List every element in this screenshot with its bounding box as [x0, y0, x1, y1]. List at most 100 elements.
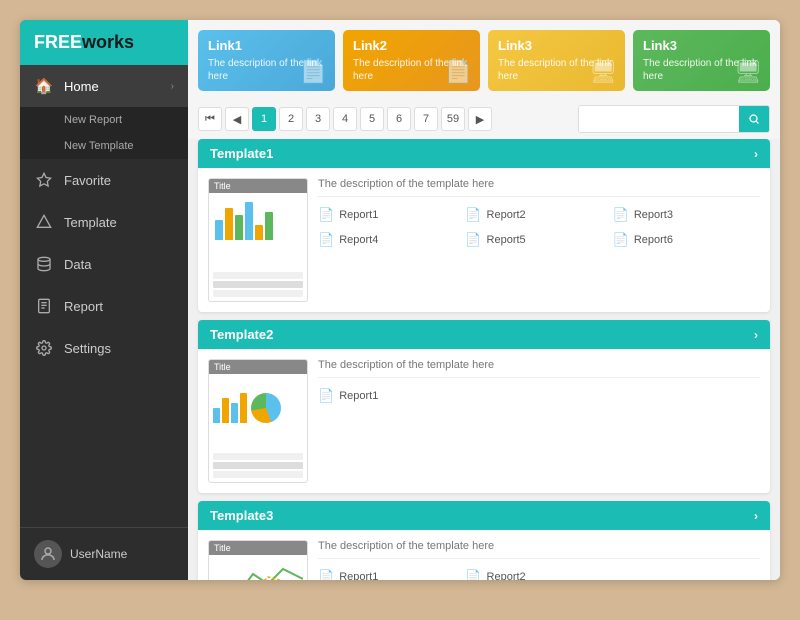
- sidebar-item-favorite[interactable]: Favorite: [20, 159, 188, 201]
- page-first-btn[interactable]: ⏮: [198, 107, 222, 131]
- bar-4: [245, 202, 253, 240]
- app-logo[interactable]: FREEworks: [20, 20, 188, 65]
- bar-6: [265, 212, 273, 240]
- preview-1-title-bar: Title: [209, 179, 307, 193]
- template-1-desc: The description of the template here: [318, 178, 760, 197]
- link-card-1-title: Link1: [208, 38, 325, 53]
- data-icon: [34, 254, 54, 274]
- preview-1-bars: [213, 197, 303, 242]
- report-item-1-5[interactable]: 📄 Report5: [465, 230, 612, 250]
- report-label-1-4: Report4: [339, 234, 378, 246]
- link-card-3-icon: 🖥: [589, 59, 617, 85]
- template-3-title: Template3: [210, 508, 273, 523]
- template-3-desc: The description of the template here: [318, 540, 760, 559]
- page-next-btn[interactable]: ▶: [468, 107, 492, 131]
- link-card-2[interactable]: Link2 The description of the link here 📄: [343, 30, 480, 91]
- mini-bars: [213, 383, 247, 423]
- report-icon-1: 📄: [318, 207, 334, 223]
- template-section-1: Template1 › Title: [198, 139, 770, 312]
- search-input[interactable]: [579, 106, 739, 132]
- template-3-header[interactable]: Template3 ›: [198, 501, 770, 530]
- template-2-title: Template2: [210, 327, 273, 342]
- report-item-3-2[interactable]: 📄 Report2: [465, 567, 612, 580]
- bar-5: [255, 225, 263, 240]
- link-card-1-icon: 📄: [300, 59, 327, 85]
- pagination-bar: ⏮ ◀ 1 2 3 4 5 6 7 59 ▶: [188, 99, 780, 139]
- page-prev-btn[interactable]: ◀: [225, 107, 249, 131]
- sidebar-item-report[interactable]: Report: [20, 285, 188, 327]
- search-box: [578, 105, 770, 133]
- sidebar-item-settings[interactable]: Settings: [20, 327, 188, 369]
- report-item-1-4[interactable]: 📄 Report4: [318, 230, 465, 250]
- row-2-1: [213, 453, 303, 460]
- user-avatar: [34, 540, 62, 568]
- link-cards-row: Link1 The description of the link here 📄…: [188, 20, 780, 99]
- sidebar-label-home: Home: [64, 79, 99, 94]
- preview-2-title-bar: Title: [209, 360, 307, 374]
- report-item-1-2[interactable]: 📄 Report2: [465, 205, 612, 225]
- report-label-1-6: Report6: [634, 234, 673, 246]
- report-item-1-3[interactable]: 📄 Report3: [613, 205, 760, 225]
- page-btn-2[interactable]: 2: [279, 107, 303, 131]
- report-label-1-3: Report3: [634, 209, 673, 221]
- template-2-info: The description of the template here 📄 R…: [318, 359, 760, 483]
- sidebar-label-favorite: Favorite: [64, 173, 111, 188]
- link-card-2-title: Link2: [353, 38, 470, 53]
- sidebar-item-home[interactable]: 🏠 Home ›: [20, 65, 188, 107]
- page-btn-5[interactable]: 5: [360, 107, 384, 131]
- template-1-preview: Title: [208, 178, 308, 302]
- template-section-2: Template2 › Title: [198, 320, 770, 493]
- mini-bar-2: [222, 398, 229, 423]
- template-2-header[interactable]: Template2 ›: [198, 320, 770, 349]
- report-icon-4: 📄: [318, 232, 334, 248]
- bar-1: [215, 220, 223, 240]
- template-icon: [34, 212, 54, 232]
- report-label-2-1: Report1: [339, 390, 378, 402]
- link-card-1[interactable]: Link1 The description of the link here 📄: [198, 30, 335, 91]
- report-icon-6: 📄: [613, 232, 629, 248]
- report-icon: [34, 296, 54, 316]
- report-icon-5: 📄: [465, 232, 481, 248]
- sidebar-user[interactable]: UserName: [20, 527, 188, 580]
- link-card-3[interactable]: Link3 The description of the link here 🖥: [488, 30, 625, 91]
- page-btn-4[interactable]: 4: [333, 107, 357, 131]
- report-3-icon-2: 📄: [465, 569, 481, 580]
- sidebar-label-report: Report: [64, 299, 103, 314]
- report-item-1-1[interactable]: 📄 Report1: [318, 205, 465, 225]
- template-1-header[interactable]: Template1 ›: [198, 139, 770, 168]
- page-btn-7[interactable]: 7: [414, 107, 438, 131]
- template-2-chevron: ›: [754, 328, 758, 342]
- template-3-body: Title: [198, 530, 770, 580]
- page-btn-3[interactable]: 3: [306, 107, 330, 131]
- report-item-2-1[interactable]: 📄 Report1: [318, 386, 465, 406]
- username-label: UserName: [70, 547, 127, 561]
- preview-1-chart: [209, 193, 307, 268]
- page-btn-last[interactable]: 59: [441, 107, 465, 131]
- report-icon-3: 📄: [613, 207, 629, 223]
- link-card-4[interactable]: Link3 The description of the link here 🖥: [633, 30, 770, 91]
- report-icon-2: 📄: [465, 207, 481, 223]
- sidebar-subitems: New Report New Template: [20, 107, 188, 159]
- link-card-4-icon: 🖥: [734, 59, 762, 85]
- logo-works: works: [82, 32, 134, 52]
- template-1-title: Template1: [210, 146, 273, 161]
- bar-3: [235, 215, 243, 240]
- report-label-3-1: Report1: [339, 571, 378, 580]
- line-chart-svg: [213, 559, 303, 580]
- sidebar-label-data: Data: [64, 257, 91, 272]
- report-item-1-6[interactable]: 📄 Report6: [613, 230, 760, 250]
- sidebar-item-data[interactable]: Data: [20, 243, 188, 285]
- sidebar-item-template[interactable]: Template: [20, 201, 188, 243]
- template-2-desc: The description of the template here: [318, 359, 760, 378]
- mini-bar-1: [213, 408, 220, 423]
- row-1: [213, 272, 303, 279]
- row-3: [213, 290, 303, 297]
- preview-3-title-bar: Title: [209, 541, 307, 555]
- page-btn-1[interactable]: 1: [252, 107, 276, 131]
- link-card-2-icon: 📄: [445, 59, 472, 85]
- page-btn-6[interactable]: 6: [387, 107, 411, 131]
- sidebar-subitem-new-report[interactable]: New Report: [20, 107, 188, 133]
- report-item-3-1[interactable]: 📄 Report1: [318, 567, 465, 580]
- sidebar-subitem-new-template[interactable]: New Template: [20, 133, 188, 159]
- search-button[interactable]: [739, 106, 769, 132]
